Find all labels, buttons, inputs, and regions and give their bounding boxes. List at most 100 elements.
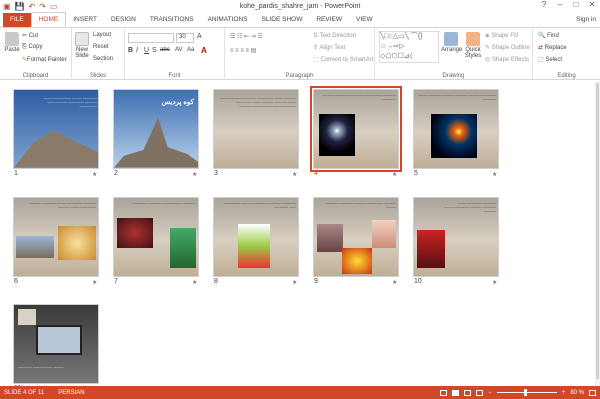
find-button[interactable]: 🔍 Find (538, 32, 559, 39)
select-button[interactable]: ⬚ Select (538, 56, 562, 63)
font-color-button[interactable]: A (201, 46, 207, 55)
slide-thumbnail[interactable]: ~~~~~~~~ ~~~~~~~~~~~ ~~~~~~ (13, 304, 99, 384)
slide-thumbnail[interactable]: ~~~~~~~~ ~~~~~~ ~~~~~~~~~~ ~~~~~~ ~~~~~~… (213, 197, 299, 277)
sign-in-link[interactable]: Sign in (576, 13, 600, 27)
tab-transitions[interactable]: TRANSITIONS (143, 13, 201, 27)
change-case-button[interactable]: Aa (187, 47, 194, 53)
find-label: Find (547, 33, 559, 39)
status-bar: SLIDE 4 OF 11 PERSIAN − + 80 % (0, 386, 600, 399)
align-text-button[interactable]: ⇕ Align Text (313, 44, 345, 51)
copy-button[interactable]: ⎘ Copy (22, 44, 42, 51)
zoom-out-button[interactable]: − (488, 390, 492, 396)
tab-animations[interactable]: ANIMATIONS (201, 13, 255, 27)
zoom-slider[interactable] (496, 389, 557, 396)
tab-home[interactable]: HOME (30, 12, 67, 27)
strikethrough-button[interactable]: abc (160, 47, 170, 53)
slide-number: 4 (314, 170, 318, 177)
bullets-icon[interactable]: ☰ ☷ ⇤ ⇥ ☰ (230, 33, 263, 40)
shape-fill-button[interactable]: ◈ Shape Fill (485, 32, 518, 39)
transition-star-icon[interactable]: ★ (392, 171, 397, 178)
new-slide-button[interactable]: New Slide (73, 32, 91, 59)
text-direction-button[interactable]: ⇅ Text Direction (313, 32, 356, 39)
select-label: Select (545, 57, 563, 63)
shadow-button[interactable]: S (152, 47, 157, 54)
convert-smartart-button[interactable]: ⬚ Convert to SmartArt (313, 56, 373, 63)
start-slideshow-icon[interactable]: ▭ (50, 2, 58, 11)
shapes-gallery[interactable]: ╲□○△▭╲ ⌒{}☆→⇨▷ ◇⬠⬡☐⊿⟨ (379, 31, 439, 63)
underline-button[interactable]: U (144, 47, 149, 54)
tab-insert[interactable]: INSERT (66, 13, 104, 27)
redo-icon[interactable]: ↷ (39, 2, 46, 11)
fit-slide-icon[interactable] (589, 389, 596, 396)
slide-number: 10 (414, 278, 422, 285)
zoom-level[interactable]: 80 % (570, 390, 584, 396)
language-indicator[interactable]: PERSIAN (44, 390, 84, 396)
shape-outline-label: Shape Outline (491, 45, 530, 51)
section-button[interactable]: Section (93, 56, 113, 62)
powerpoint-logo-icon: ▣ (3, 2, 11, 11)
char-spacing-button[interactable]: AV (175, 47, 183, 53)
align-icons[interactable]: ≡ ≡ ≡ ≡ ▤ (230, 47, 256, 54)
replace-label: Replace (544, 45, 567, 51)
undo-icon[interactable]: ↶ (29, 2, 36, 11)
reading-view-icon[interactable] (464, 389, 472, 396)
cut-label: Cut (28, 33, 39, 39)
font-group: 30 A B I U S abc AV Aa A Font (125, 28, 225, 80)
font-group-label: Font (168, 73, 181, 79)
tab-slide-show[interactable]: SLIDE SHOW (255, 13, 310, 27)
transition-star-icon[interactable]: ★ (192, 171, 197, 178)
tab-file[interactable]: FILE (3, 13, 31, 27)
help-icon[interactable]: ? (536, 0, 552, 9)
slide-sorter-view-icon[interactable] (452, 389, 460, 396)
layout-button[interactable]: Layout (93, 32, 111, 38)
save-icon[interactable]: 💾 (15, 2, 25, 11)
slideshow-view-icon[interactable] (476, 389, 484, 396)
vertical-scrollbar[interactable] (595, 81, 600, 386)
minimize-button[interactable]: – (552, 0, 568, 9)
tab-review[interactable]: REVIEW (309, 13, 349, 27)
slide-thumbnail-selected[interactable]: ~~~~~~~~ ~~~~~~~~~ ~~~~~~~ ~~~~~~~~~~ ~~… (310, 86, 402, 172)
transition-star-icon[interactable]: ★ (492, 279, 497, 286)
grow-font-icon[interactable]: A (197, 33, 202, 40)
slide-thumbnail[interactable]: ~~~~~~~ ~~~~~ ~~~~~~~~~ ~~~~~~ ~~~~~~~~~… (213, 89, 299, 169)
quick-styles-button[interactable]: Quick Styles (463, 32, 483, 59)
slide-thumbnail[interactable]: ~~~~~~~~ ~~~~~~ ~~~~~~~~~~ ~~~~~ ~~~~~~~… (13, 89, 99, 169)
normal-view-icon[interactable] (440, 389, 448, 396)
paste-button[interactable]: Paste (3, 32, 21, 53)
slide-thumbnail[interactable]: ~~~~~~~ ~~~~~~~~~ ~~~~~ ~~~~~~~~ ~~~~~~ … (413, 197, 499, 277)
reset-button[interactable]: Reset (93, 44, 109, 50)
slide-thumbnail[interactable]: ~~~~~~~~ ~~~~~~~~~~~ ~~~~~~~ ~~~~~~~~~ (113, 197, 199, 277)
font-size-box[interactable]: 30 (176, 33, 194, 43)
scrollbar-thumb[interactable] (596, 83, 599, 379)
bold-button[interactable]: B (128, 47, 133, 54)
slide-thumbnail[interactable]: ~~~~~~~~~ ~~~~~~ ~~~~~~~~ ~~~~~~ ~~~~~~~… (413, 89, 499, 169)
transition-star-icon[interactable]: ★ (92, 171, 97, 178)
transition-star-icon[interactable]: ★ (192, 279, 197, 286)
transition-star-icon[interactable]: ★ (292, 279, 297, 286)
zoom-in-button[interactable]: + (562, 390, 566, 396)
slide-thumbnail[interactable]: ~~~~~~~ ~~~~~~~~~ ~~~~~ ~~~~~~~~ ~~~~~~~… (13, 197, 99, 277)
cut-button[interactable]: ✂ Cut (22, 32, 38, 39)
italic-button[interactable]: I (136, 47, 138, 54)
close-button[interactable]: ✕ (584, 0, 600, 9)
format-painter-button[interactable]: ✎Format Painter (22, 56, 67, 63)
slide-thumbnail[interactable]: ~~~~~~~ ~~~~~~~~~ ~~~~~~~ ~~~~~~~~ ~~~~~… (313, 197, 399, 277)
transition-star-icon[interactable]: ★ (392, 279, 397, 286)
tab-design[interactable]: DESIGN (104, 13, 143, 27)
font-name-box[interactable] (128, 33, 174, 43)
transition-star-icon[interactable]: ★ (92, 279, 97, 286)
shape-effects-button[interactable]: ◎ Shape Effects (485, 56, 529, 63)
replace-button[interactable]: ⇄ Replace (538, 44, 567, 51)
slide-counter: SLIDE 4 OF 11 (4, 389, 45, 396)
new-slide-label: New Slide (75, 47, 89, 59)
transition-star-icon[interactable]: ★ (492, 171, 497, 178)
shape-outline-button[interactable]: ✎ Shape Outline (485, 44, 530, 51)
tab-view[interactable]: VIEW (349, 13, 380, 27)
arrange-icon (444, 32, 458, 46)
arrange-button[interactable]: Arrange (441, 32, 462, 53)
copy-label: Copy (28, 44, 43, 50)
transition-star-icon[interactable]: ★ (292, 171, 297, 178)
maximize-button[interactable]: □ (568, 0, 584, 9)
slide-thumbnail[interactable]: کوه پردیس (113, 89, 199, 169)
zoom-slider-thumb[interactable] (523, 389, 527, 396)
